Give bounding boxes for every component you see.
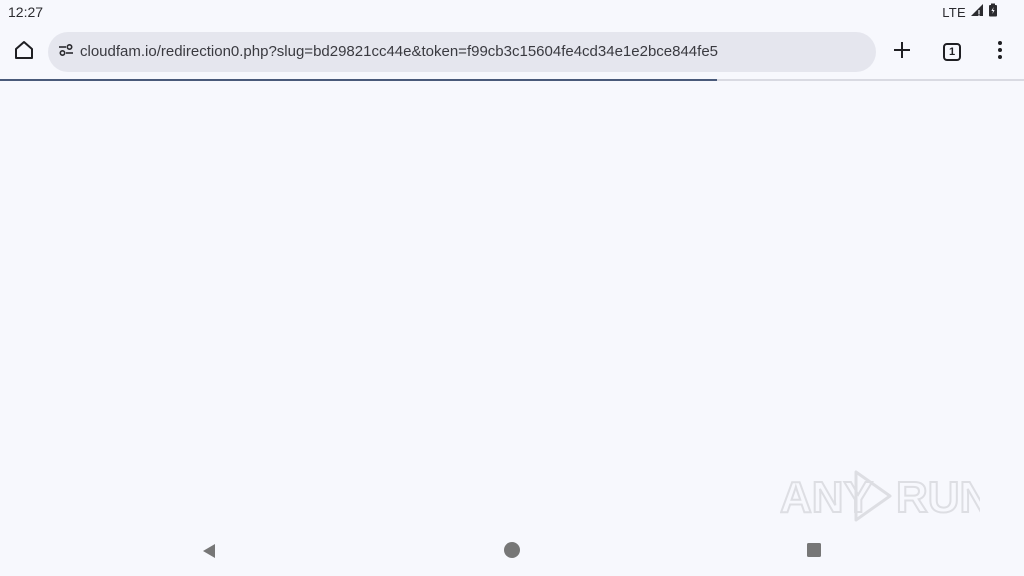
watermark-right-text: RUN (896, 473, 980, 522)
status-time: 12:27 (8, 4, 44, 20)
status-indicators: LTE (942, 3, 998, 22)
nav-home-button[interactable] (501, 541, 523, 563)
more-options-button[interactable] (986, 38, 1014, 66)
home-button[interactable] (10, 38, 38, 66)
battery-icon (988, 3, 998, 22)
recents-icon (806, 542, 822, 563)
new-tab-button[interactable] (888, 38, 916, 66)
system-navigation-bar (0, 531, 1024, 576)
status-bar: 12:27 LTE (0, 0, 1024, 24)
tab-switcher-button[interactable]: 1 (938, 38, 966, 66)
watermark-left-text: ANY (780, 473, 873, 522)
address-bar[interactable]: cloudfam.io/redirection0.php?slug=bd2982… (48, 32, 876, 72)
back-icon (200, 542, 218, 565)
signal-icon (970, 3, 984, 22)
home-icon (13, 39, 35, 66)
plus-icon (892, 40, 912, 65)
anyrun-watermark: ANY RUN (779, 464, 992, 528)
site-settings-button[interactable] (54, 40, 78, 64)
site-settings-icon (57, 41, 75, 64)
nav-recents-button[interactable] (803, 541, 825, 563)
browser-toolbar: cloudfam.io/redirection0.php?slug=bd2982… (0, 24, 1024, 80)
home-circle-icon (503, 541, 521, 564)
network-type: LTE (942, 4, 966, 20)
nav-back-button[interactable] (198, 542, 220, 564)
more-vert-icon (997, 40, 1003, 65)
url-text[interactable]: cloudfam.io/redirection0.php?slug=bd2982… (80, 43, 718, 60)
tab-count: 1 (943, 43, 961, 61)
